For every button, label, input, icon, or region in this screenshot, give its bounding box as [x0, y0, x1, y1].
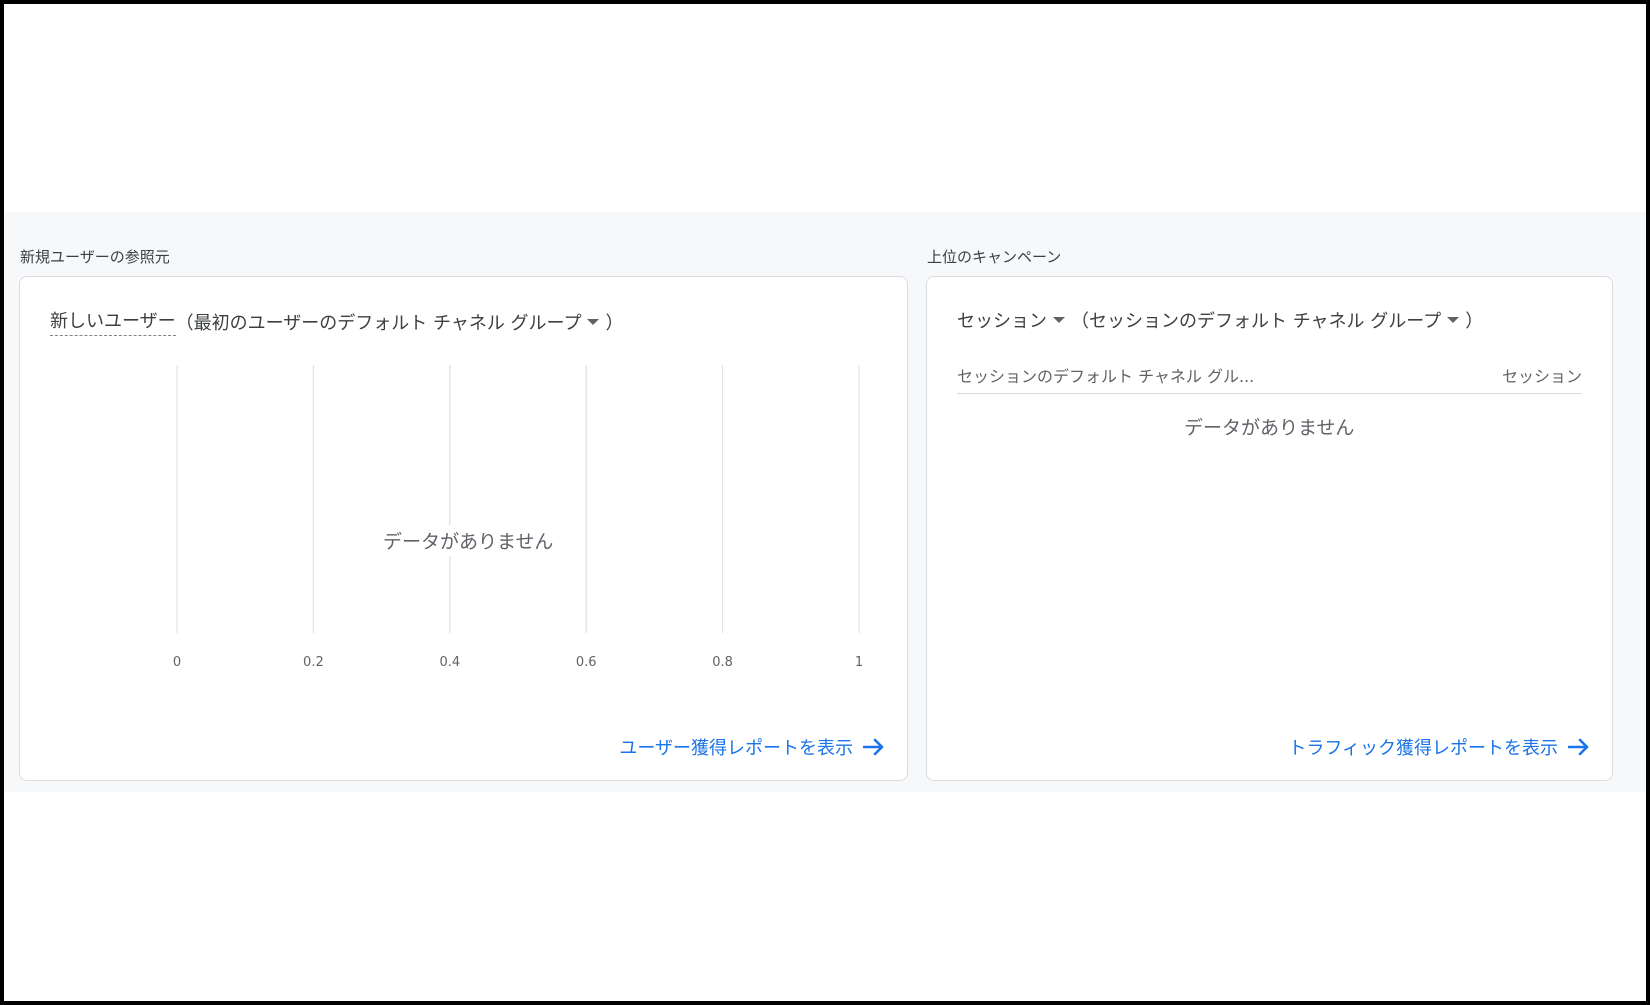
no-data-message: データがありません — [1184, 413, 1355, 440]
dimension-selector[interactable]: （セッションのデフォルト チャネル グループ — [1071, 307, 1465, 333]
x-tick-label: 0.8 — [712, 655, 733, 670]
column-header-sessions[interactable]: セッション — [1502, 363, 1582, 387]
column-header-channel-group[interactable]: セッションのデフォルト チャネル グル... — [957, 363, 1254, 387]
new-user-source-card: 新しいユーザー （最初のユーザーのデフォルト チャネル グループ ） 0 0.2 0… — [19, 276, 908, 781]
no-data-message: データがありません — [379, 525, 558, 556]
view-user-acquisition-link[interactable]: ユーザー獲得レポートを表示 — [619, 734, 885, 760]
x-tick-label: 0 — [173, 655, 181, 670]
link-label: トラフィック獲得レポートを表示 — [1288, 738, 1558, 759]
card-title: セッション （セッションのデフォルト チャネル グループ ） — [957, 307, 1483, 333]
caret-down-icon — [1053, 317, 1065, 323]
x-tick-label: 0.6 — [576, 655, 597, 670]
title-close-paren: ） — [1465, 311, 1484, 332]
dimension-label: （セッションのデフォルト チャネル グループ — [1071, 311, 1442, 332]
section-label-top-campaigns: 上位のキャンペーン — [927, 248, 1062, 266]
arrow-right-icon — [1568, 738, 1589, 756]
x-tick-label: 0.4 — [439, 655, 460, 670]
table-header: セッションのデフォルト チャネル グル... セッション — [957, 363, 1582, 394]
x-tick-label: 1 — [855, 655, 863, 670]
arrow-right-icon — [863, 738, 884, 756]
x-tick-label: 0.2 — [303, 655, 324, 670]
view-traffic-acquisition-link[interactable]: トラフィック獲得レポートを表示 — [1288, 734, 1590, 760]
top-campaigns-card: セッション （セッションのデフォルト チャネル グループ ） セッションのデフォ… — [926, 276, 1613, 781]
caret-down-icon — [1447, 317, 1460, 323]
metric-selector[interactable]: セッション — [957, 307, 1071, 333]
section-label-new-user-source: 新規ユーザーの参照元 — [20, 248, 170, 266]
metric-label-sessions: セッション — [957, 311, 1047, 332]
link-label: ユーザー獲得レポートを表示 — [619, 738, 853, 759]
